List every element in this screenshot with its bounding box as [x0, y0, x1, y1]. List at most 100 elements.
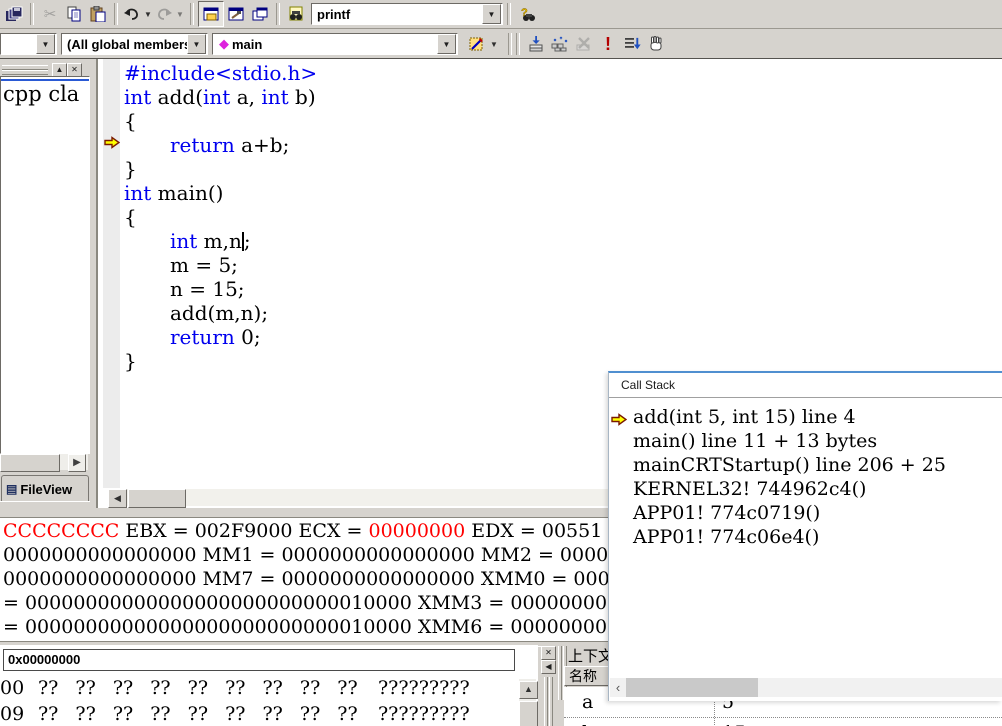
copy-icon[interactable] [62, 2, 86, 26]
output-window-icon[interactable] [224, 2, 248, 26]
separator [190, 3, 194, 25]
members-combo-dropdown-icon[interactable]: ▼ [187, 34, 206, 54]
code-line[interactable]: #include<stdio.h> [124, 61, 317, 85]
call-stack-hscrollbar[interactable]: ‹ [610, 678, 1002, 697]
build-icon[interactable] [548, 32, 572, 56]
undo-dropdown-icon[interactable]: ▼ [142, 10, 154, 19]
code-line[interactable]: } [124, 157, 317, 181]
separator [114, 3, 118, 25]
panel-minimize-icon[interactable]: ▲ [52, 63, 67, 77]
tab-baseline [0, 501, 90, 504]
frame-text: add(int 5, int 15) line 4 [633, 406, 856, 428]
workspace-hscrollbar[interactable]: ▶ [0, 454, 88, 470]
code-line[interactable]: int add(int a, int b) [124, 85, 317, 109]
cut-icon[interactable]: ✂ [38, 2, 62, 26]
code-line[interactable]: add(m,n); [124, 301, 317, 325]
panel-close-icon[interactable]: ✕ [67, 63, 82, 77]
wizard-actions-dropdown-icon[interactable]: ▼ [488, 40, 500, 49]
functions-combo[interactable]: ◆ main ▼ [212, 33, 458, 55]
call-stack-title[interactable]: Call Stack [609, 373, 1002, 398]
execute-program-icon[interactable]: ! [596, 32, 620, 56]
workspace-toggle-icon[interactable] [198, 1, 224, 27]
redo-icon[interactable] [154, 2, 174, 26]
current-statement-arrow-icon [104, 135, 120, 150]
wizard-actions-icon[interactable] [464, 32, 488, 56]
scroll-left-icon[interactable]: ◀ [108, 489, 127, 508]
call-stack-frame[interactable]: KERNEL32! 744962c4() [609, 477, 1002, 501]
fileview-tab-label: FileView [20, 482, 72, 497]
scrollbar-thumb[interactable] [0, 454, 60, 472]
exclamation-glyph: ! [605, 35, 611, 53]
memory-vscrollbar[interactable]: ▲ [519, 679, 536, 726]
code-line[interactable]: return 0; [124, 325, 317, 349]
find-in-files-icon[interactable] [284, 2, 308, 26]
pane-close-icon[interactable]: ✕ [541, 646, 556, 660]
separator [516, 33, 520, 55]
redo-dropdown-icon[interactable]: ▼ [174, 10, 186, 19]
find-combo-value[interactable]: printf [312, 7, 482, 22]
code-line[interactable]: m = 5; [124, 253, 317, 277]
call-stack-frame[interactable]: main() line 11 + 13 bytes [609, 429, 1002, 453]
code-line[interactable]: { [124, 109, 317, 133]
function-diamond-icon: ◆ [213, 36, 229, 52]
code-line[interactable]: int m,n; [124, 229, 317, 253]
scrollbar-thumb[interactable] [128, 489, 186, 508]
call-stack-frame[interactable]: add(int 5, int 15) line 4 [609, 405, 1002, 429]
wizard-toolbar: ▼ (All global members ▼ ◆ main ▼ ▼ ! [0, 30, 1002, 59]
variable-row[interactable]: b15 [564, 718, 1002, 726]
standard-toolbar: ✂ ▼ ▼ printf ▼ [0, 0, 1002, 29]
window-list-icon[interactable] [248, 2, 272, 26]
panel-gripper[interactable] [2, 70, 48, 75]
classes-combo-dropdown-icon[interactable]: ▼ [36, 34, 55, 54]
editor-margin[interactable] [103, 59, 120, 488]
toggle-breakpoint-hand-icon[interactable] [644, 32, 668, 56]
workspace-tree-item[interactable]: cpp cla [3, 82, 79, 106]
fileview-tab[interactable]: ▤ FileView [1, 475, 89, 502]
separator [276, 3, 280, 25]
scroll-up-icon[interactable]: ▲ [519, 681, 538, 699]
frame-text: APP01! 774c0719() [633, 502, 820, 524]
scrollbar-thumb[interactable] [519, 701, 538, 726]
search-help-icon[interactable]: ? [515, 2, 541, 26]
scroll-right-icon[interactable]: ▶ [68, 454, 86, 472]
members-combo[interactable]: (All global members ▼ [61, 33, 208, 55]
workspace-tree[interactable]: cpp cla [0, 76, 90, 454]
code-line[interactable]: return a+b; [124, 133, 317, 157]
memory-pane[interactable]: 0x00000000 00?? ?? ?? ?? ?? ?? ?? ?? ???… [0, 645, 538, 726]
dock-gripper[interactable] [549, 677, 553, 726]
current-frame-arrow-icon [611, 409, 627, 424]
code-line[interactable]: n = 15; [124, 277, 317, 301]
code-line[interactable]: } [124, 349, 317, 373]
save-all-icon[interactable] [2, 2, 26, 26]
code-text[interactable]: #include<stdio.h>int add(int a, int b){r… [124, 61, 317, 373]
members-combo-value[interactable]: (All global members [62, 37, 187, 52]
find-combo-dropdown-icon[interactable]: ▼ [482, 4, 501, 24]
memory-address-input[interactable]: 0x00000000 [3, 649, 515, 671]
compile-icon[interactable] [524, 32, 548, 56]
code-line[interactable]: { [124, 205, 317, 229]
dock-gripper[interactable] [544, 677, 548, 726]
stop-build-icon[interactable] [572, 32, 596, 56]
scrollbar-thumb[interactable] [626, 678, 758, 697]
find-combo[interactable]: printf ▼ [311, 3, 503, 25]
pane-collapse-icon[interactable]: ◀ [541, 660, 556, 674]
memory-rows: 00?? ?? ?? ?? ?? ?? ?? ?? ???????????09?… [0, 675, 516, 726]
frame-text: APP01! 774c06e4() [633, 526, 819, 548]
go-icon[interactable] [620, 32, 644, 56]
call-stack-window[interactable]: Call Stack add(int 5, int 15) line 4main… [608, 371, 1002, 701]
functions-combo-value[interactable]: main [229, 37, 437, 52]
frame-text: KERNEL32! 744962c4() [633, 478, 866, 500]
classes-combo[interactable]: ▼ [0, 33, 57, 55]
dock-bar: ✕ ◀ [540, 645, 556, 726]
call-stack-frame[interactable]: APP01! 774c0719() [609, 501, 1002, 525]
memory-row: 09?? ?? ?? ?? ?? ?? ?? ?? ??????????? [0, 701, 516, 726]
separator [507, 3, 511, 25]
selection-highlight [1, 79, 89, 81]
paste-icon[interactable] [86, 2, 110, 26]
scroll-left-icon[interactable]: ‹ [610, 680, 626, 695]
code-line[interactable]: int main() [124, 181, 317, 205]
call-stack-frame[interactable]: mainCRTStartup() line 206 + 25 [609, 453, 1002, 477]
functions-combo-dropdown-icon[interactable]: ▼ [437, 34, 456, 54]
undo-icon[interactable] [122, 2, 142, 26]
call-stack-frame[interactable]: APP01! 774c06e4() [609, 525, 1002, 549]
